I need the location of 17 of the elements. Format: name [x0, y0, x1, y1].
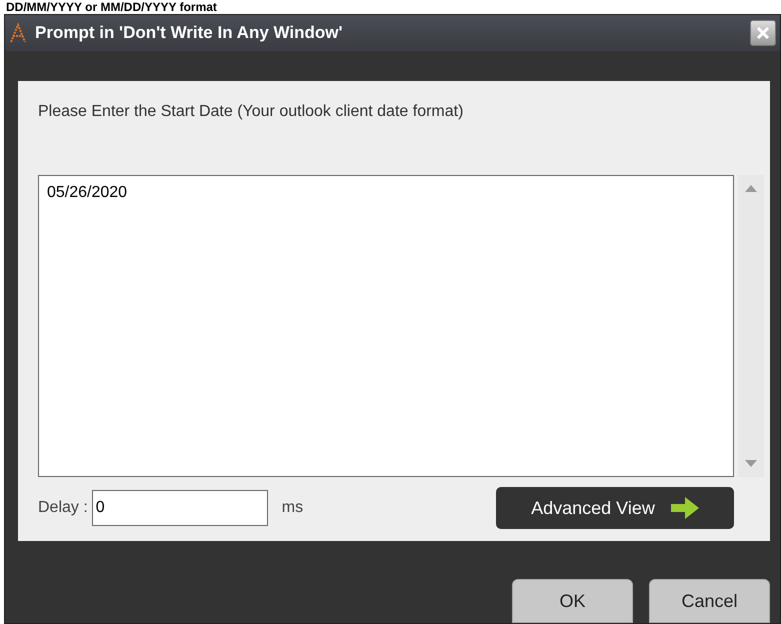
delay-label: Delay : [38, 499, 88, 517]
answer-field[interactable]: 05/26/2020 [38, 175, 734, 477]
advanced-view-button[interactable]: Advanced View [496, 487, 734, 529]
window-title: Prompt in 'Don't Write In Any Window' [35, 23, 344, 43]
close-button[interactable] [750, 20, 776, 46]
unit-label: ms [282, 499, 304, 517]
app-logo-icon [9, 22, 29, 44]
close-icon [756, 26, 770, 40]
arrow-right-icon [670, 497, 699, 519]
scrollbar[interactable] [738, 175, 764, 477]
scroll-up-icon[interactable] [745, 185, 757, 192]
delay-field[interactable]: 0 [92, 490, 268, 526]
page-heading: DD/MM/YYYY or MM/DD/YYYY format [5, 0, 218, 14]
dialog-button[interactable]: Cancel [649, 579, 770, 623]
dialog-button[interactable]: OK [512, 579, 633, 623]
prompt-text: Please Enter the Start Date (Your outlook client date format) [38, 103, 464, 121]
scroll-down-icon[interactable] [745, 460, 757, 467]
